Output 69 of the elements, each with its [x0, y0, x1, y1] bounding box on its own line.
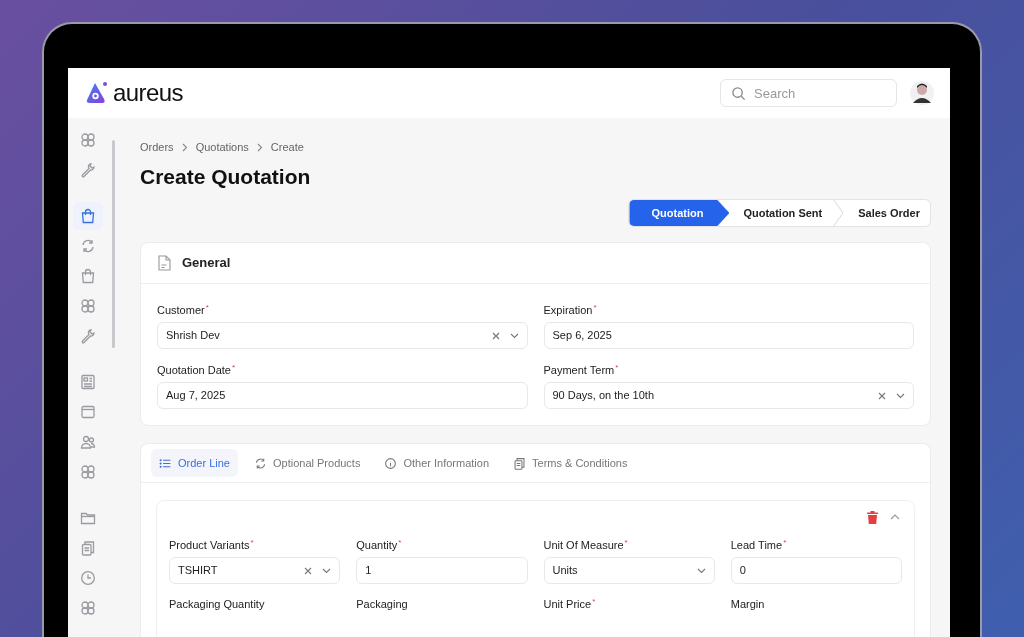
field-label: Customer$^{*}$	[157, 302, 210, 316]
window-icon	[80, 404, 96, 420]
chevron-down-icon[interactable]	[509, 332, 519, 339]
select-field[interactable]: TSHIRT	[169, 557, 341, 584]
grid-icon	[80, 464, 96, 480]
tab[interactable]: Other Information	[376, 449, 497, 477]
field-label: Margin	[730, 597, 766, 610]
avatar-icon[interactable]	[910, 81, 934, 105]
report-icon	[80, 374, 96, 390]
grid-icon	[80, 600, 96, 616]
clear-icon[interactable]	[878, 391, 886, 400]
sidebar-item[interactable]	[73, 202, 103, 230]
field-label: Quotation Date$^{*}$	[157, 362, 237, 376]
copy-icon	[80, 540, 96, 556]
select-field[interactable]: Shrish Dev	[157, 322, 528, 349]
select-field[interactable]: 90 Days, on the 10th	[543, 382, 914, 409]
step-tab[interactable]: Quotation Sent	[729, 200, 833, 226]
field-label: Packaging	[356, 597, 409, 610]
field-label: Unit Price$^{*}$	[543, 596, 597, 610]
field-label: Unit Of Measure$^{*}$	[543, 537, 629, 551]
document-icon	[158, 255, 171, 271]
search-field[interactable]: Search	[720, 79, 897, 107]
users-icon	[80, 434, 96, 450]
grid-icon	[80, 298, 96, 314]
shopping-bag-icon	[80, 208, 96, 224]
field-label: Payment Term$^{*}$	[543, 362, 620, 376]
field-label: Quantity$^{*}$	[356, 537, 403, 551]
input-field[interactable]: 0	[730, 557, 902, 584]
wrench-icon	[80, 162, 96, 178]
clear-icon[interactable]	[491, 331, 500, 340]
search-icon	[731, 86, 746, 101]
refresh-icon	[254, 456, 267, 470]
shopping-bag-icon	[80, 268, 96, 284]
scrollbar[interactable]	[112, 140, 115, 348]
breadcrumb-link[interactable]: Orders	[140, 138, 174, 156]
chevron-down-icon[interactable]	[896, 392, 905, 399]
step-tab[interactable]: Quotation	[629, 200, 730, 226]
field-label: Lead Time$^{*}$	[730, 537, 788, 551]
input-field[interactable]: 1	[356, 557, 528, 584]
info-icon	[384, 456, 398, 470]
page-title: Create Quotation	[140, 164, 312, 190]
collapse-chevron-icon[interactable]	[890, 514, 900, 520]
logo-text: aureus	[113, 81, 183, 105]
tab[interactable]: Order Line	[151, 449, 238, 477]
tab[interactable]: Optional Products	[246, 449, 369, 477]
logo-icon	[85, 81, 109, 105]
clock-icon	[80, 570, 96, 586]
chevron-down-icon[interactable]	[322, 567, 332, 574]
chevron-down-icon[interactable]	[696, 567, 706, 574]
list-icon	[159, 456, 172, 470]
wrench-icon	[80, 328, 96, 344]
grid-icon	[80, 132, 96, 148]
delete-icon[interactable]	[867, 510, 878, 524]
input-field[interactable]: Sep 6, 2025	[543, 322, 914, 349]
field-label: Expiration$^{*}$	[543, 302, 598, 316]
section-title: General	[182, 254, 231, 273]
tab[interactable]: Terms & Conditions	[505, 449, 636, 477]
chevron-right-icon	[256, 142, 263, 152]
select-field[interactable]: Units	[543, 557, 715, 584]
clear-icon[interactable]	[304, 566, 313, 575]
input-field[interactable]: Aug 7, 2025	[157, 382, 528, 409]
clipboard-icon	[513, 456, 526, 470]
field-label: Packaging Quantity	[169, 597, 266, 610]
folder-icon	[80, 510, 96, 526]
field-label: Product Variants$^{*}$	[169, 537, 255, 551]
breadcrumb-link[interactable]: Quotations	[195, 138, 249, 156]
step-tab[interactable]: Sales Order	[844, 200, 930, 226]
chevron-right-icon	[181, 142, 188, 152]
refresh-icon	[80, 238, 96, 254]
